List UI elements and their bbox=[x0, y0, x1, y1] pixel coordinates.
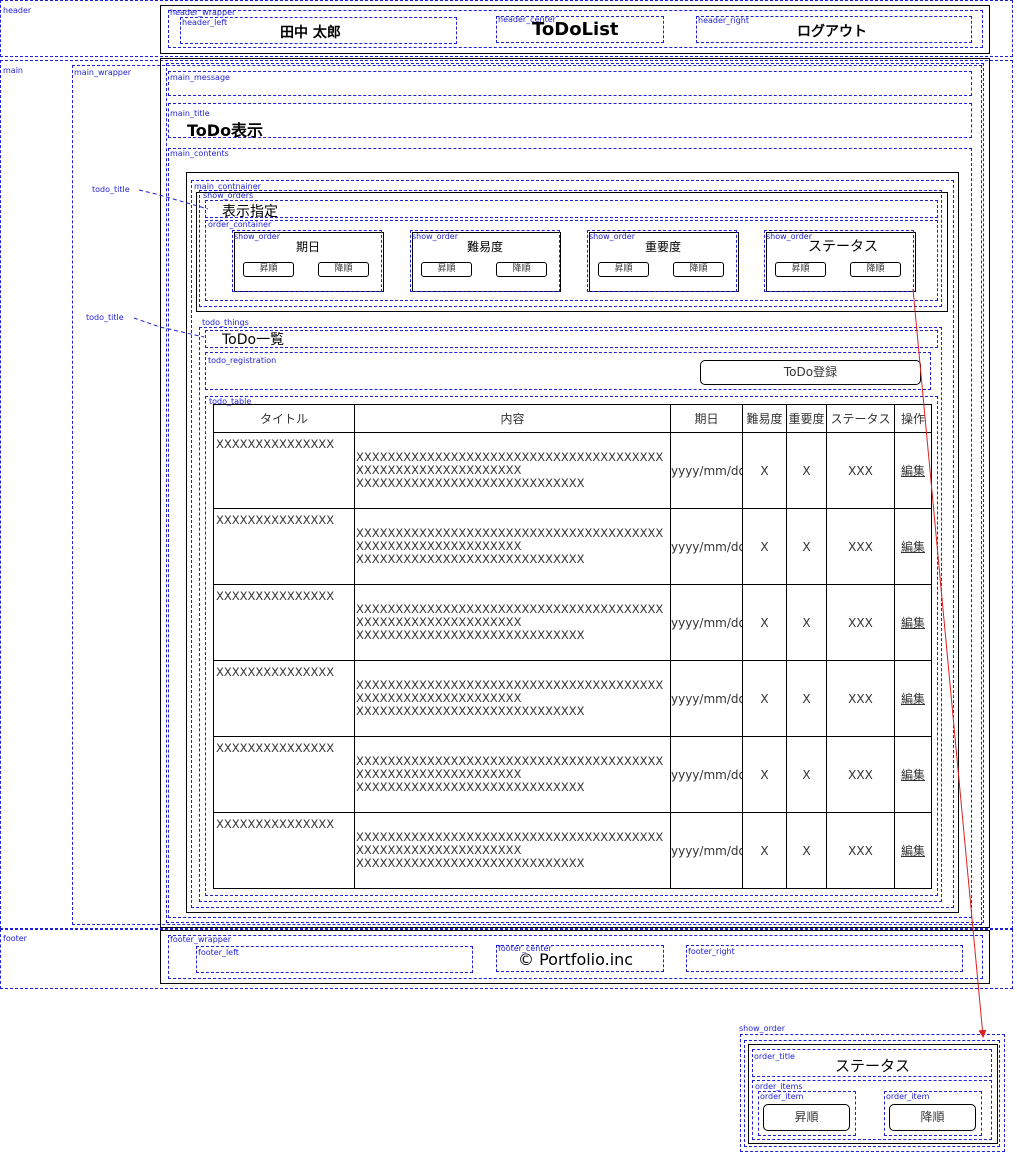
callout-line-2 bbox=[133, 317, 205, 338]
callout-line-1 bbox=[138, 189, 209, 210]
status-detail-arrow bbox=[912, 288, 987, 1038]
connector-overlay bbox=[133, 189, 987, 1038]
